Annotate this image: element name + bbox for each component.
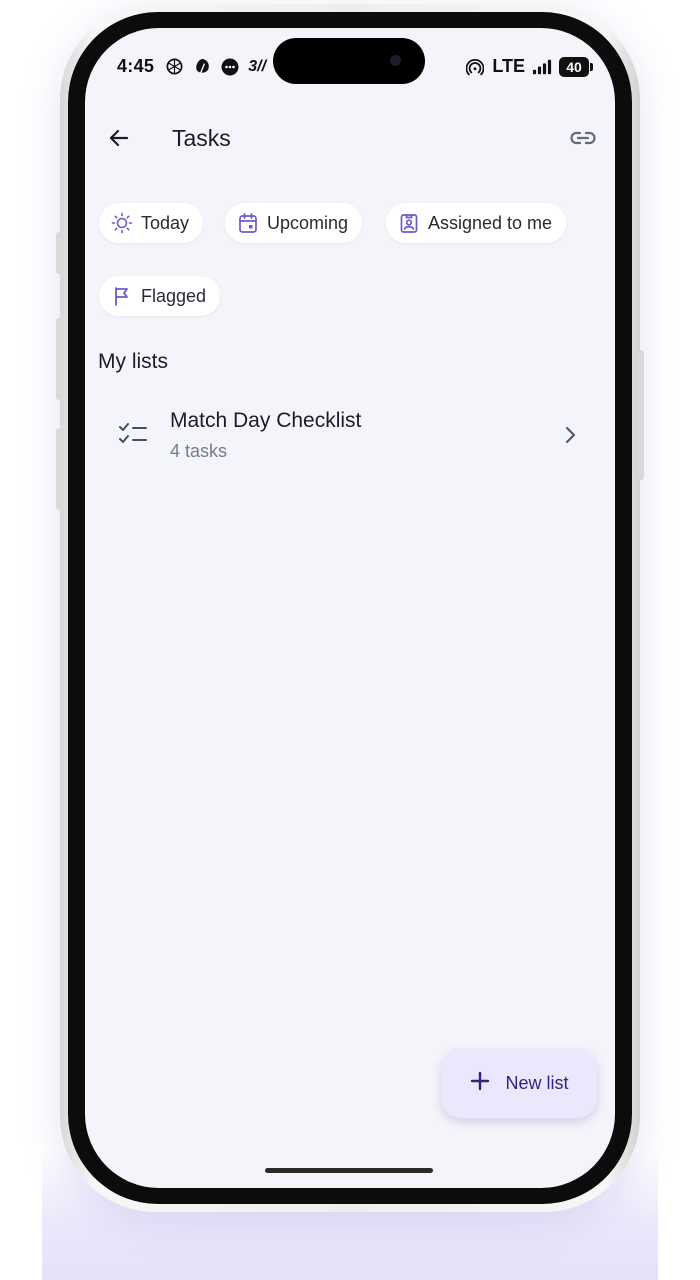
battery-indicator: 40 [559,56,593,77]
chevron-right-icon [561,424,579,446]
filter-chip-label: Today [141,212,190,233]
action-button [56,232,62,274]
page-title: Tasks [172,125,231,151]
my-lists-heading: My lists [98,350,168,373]
filter-chip-label: Assigned to me [428,212,553,233]
link-icon [569,128,597,153]
filter-chip-today[interactable]: Today [99,203,204,243]
home-indicator[interactable] [265,1168,433,1173]
status-time: 4:45 [117,56,155,76]
new-list-button[interactable]: New list [441,1048,597,1118]
volume-up-button [56,318,62,400]
dynamic-island [273,38,425,84]
new-list-label: New list [505,1072,569,1093]
signal-bars-icon [532,57,552,77]
share-link-button[interactable] [565,122,601,158]
list-item[interactable]: Match Day Checklist 4 tasks [85,396,615,476]
carrier-badge: 3// [248,57,267,75]
camera-icon [390,55,401,66]
network-type: LTE [492,56,525,76]
app-header: Tasks [85,116,615,164]
hotspot-icon [465,57,485,77]
openai-icon [164,57,184,77]
list-item-count: 4 tasks [170,441,228,461]
back-button[interactable] [101,122,137,158]
filter-chip-upcoming[interactable]: Upcoming [225,203,363,243]
volume-down-button [56,428,62,510]
flag-icon [111,285,133,307]
filter-chip-assigned-to-me[interactable]: Assigned to me [386,203,567,243]
phone-screen: 4:45 3// LTE 40 Tasks Today Upcoming Ass… [85,28,615,1188]
status-bar: 4:45 3// LTE 40 [85,28,615,108]
status-right: LTE 40 [465,56,593,77]
chat-bubble-icon [220,57,240,77]
filter-chip-flagged[interactable]: Flagged [99,276,221,316]
leaf-icon [192,57,212,77]
power-button [638,350,644,480]
arrow-left-icon [107,126,131,155]
badge-icon [398,212,420,234]
filter-chip-label: Flagged [141,285,207,306]
plus-icon [469,1070,491,1097]
sun-icon [111,212,133,234]
checklist-icon [117,420,149,448]
filter-chip-label: Upcoming [267,212,349,233]
status-left: 4:45 3// [117,56,266,77]
list-item-name: Match Day Checklist [170,409,362,432]
calendar-icon [237,212,259,234]
